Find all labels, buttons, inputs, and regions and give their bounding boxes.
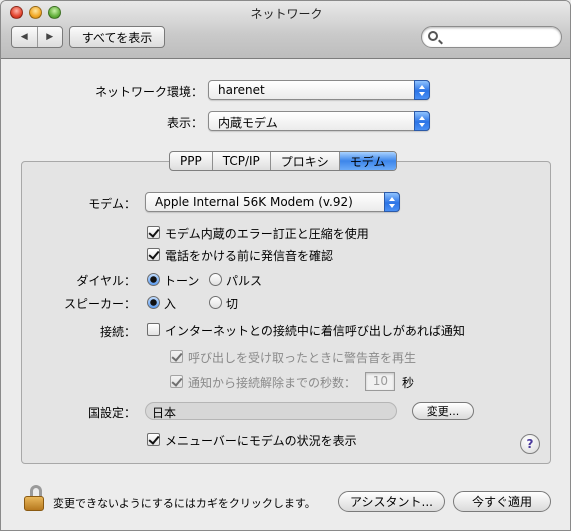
connection-label: 接続：	[99, 325, 136, 339]
lock-body	[24, 496, 44, 511]
incoming-call-notify-label: インターネットとの接続中に着信呼び出しがあれば通知	[165, 324, 465, 338]
location-popup[interactable]: harenet	[208, 80, 430, 100]
popup-arrows-icon	[384, 192, 400, 212]
apply-now-button[interactable]: 今すぐ適用	[453, 491, 551, 512]
error-correction-label: モデム内蔵のエラー訂正と圧縮を使用	[165, 227, 369, 241]
country-label: 国設定：	[87, 406, 136, 420]
seconds-unit-label: 秒	[402, 376, 415, 390]
speaker-on-radio[interactable]	[147, 296, 160, 309]
tone-radio[interactable]	[147, 273, 160, 286]
pulse-radio[interactable]	[209, 273, 222, 286]
network-preferences-window: ネットワーク ◀ ▶ すべてを表示 ネットワーク環境： harenet 表示： …	[0, 0, 571, 531]
tab-proxy[interactable]: プロキシ	[269, 152, 339, 170]
lock-icon[interactable]	[23, 485, 45, 511]
assistant-button[interactable]: アシスタント...	[338, 491, 445, 512]
tab-modem[interactable]: モデム	[338, 152, 396, 170]
lock-text: 変更できないようにするにはカギをクリックします。	[53, 497, 316, 510]
speaker-off-label: 切	[226, 297, 239, 311]
alert-sound-label: 呼び出しを受け取ったときに警告音を再生	[188, 351, 417, 365]
incoming-call-notify-checkbox[interactable]	[147, 323, 160, 336]
dialing-label: ダイヤル：	[76, 274, 136, 288]
alert-sound-checkbox[interactable]	[170, 350, 183, 363]
back-forward-control: ◀ ▶	[11, 26, 63, 48]
show-popup[interactable]: 内蔵モデム	[208, 111, 430, 131]
seconds-checkbox[interactable]	[170, 375, 183, 388]
popup-arrows-icon	[414, 111, 430, 131]
speaker-label: スピーカー：	[63, 297, 136, 311]
forward-arrow-icon[interactable]: ▶	[36, 27, 63, 47]
help-icon[interactable]: ?	[520, 434, 540, 454]
pulse-label: パルス	[226, 274, 263, 288]
location-label: ネットワーク環境：	[94, 85, 203, 99]
search-icon	[428, 31, 438, 41]
show-all-button[interactable]: すべてを表示	[69, 26, 165, 48]
seconds-label: 通知から接続解除までの秒数：	[188, 376, 357, 390]
country-field: 日本	[145, 402, 397, 420]
popup-arrows-icon	[414, 80, 430, 100]
tab-bar: PPP TCP/IP プロキシ モデム	[169, 151, 397, 171]
show-value: 内蔵モデム	[218, 116, 278, 130]
tab-tcpip[interactable]: TCP/IP	[211, 152, 270, 170]
modem-value: Apple Internal 56K Modem (v.92)	[155, 195, 353, 209]
back-arrow-icon[interactable]: ◀	[12, 27, 37, 47]
window-title: ネットワーク	[250, 7, 323, 21]
title-bar: ネットワーク ◀ ▶ すべてを表示	[1, 1, 570, 59]
tab-ppp[interactable]: PPP	[170, 152, 212, 170]
error-correction-checkbox[interactable]	[147, 226, 160, 239]
speaker-off-radio[interactable]	[209, 296, 222, 309]
seconds-field[interactable]: 10	[365, 372, 395, 391]
search-field[interactable]	[421, 26, 562, 48]
modem-label: モデム：	[88, 197, 136, 211]
speaker-on-label: 入	[164, 297, 177, 311]
tone-label: トーン	[164, 274, 200, 288]
change-country-button[interactable]: 変更...	[412, 402, 474, 420]
show-modem-status-label: メニューバーにモデムの状況を表示	[165, 434, 357, 448]
location-value: harenet	[218, 83, 265, 97]
show-modem-status-checkbox[interactable]	[147, 433, 160, 446]
show-label: 表示：	[166, 116, 203, 130]
dial-tone-label: 電話をかける前に発信音を確認	[165, 249, 334, 263]
modem-popup[interactable]: Apple Internal 56K Modem (v.92)	[145, 192, 400, 212]
dial-tone-checkbox[interactable]	[147, 248, 160, 261]
